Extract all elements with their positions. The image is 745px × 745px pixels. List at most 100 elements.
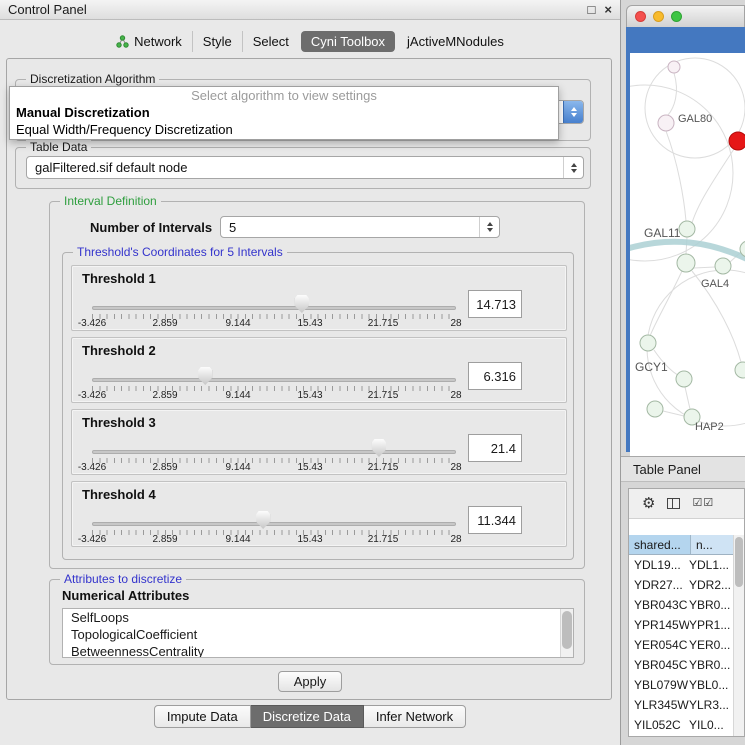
float-icon[interactable]: □ (588, 3, 596, 16)
tab-jactivemodules[interactable]: jActiveMNodules (397, 31, 514, 52)
cell[interactable]: YBR0... (689, 658, 734, 672)
column-header-shared-name[interactable]: shared... (629, 535, 691, 554)
threshold-3-slider[interactable] (92, 450, 456, 454)
cell[interactable]: YDR27... (629, 578, 689, 592)
table-row[interactable]: YDR27...YDR2... (629, 575, 734, 595)
table-row[interactable]: YBR045CYBR0... (629, 655, 734, 675)
select-checkboxes-icon[interactable]: ☑☑ (692, 498, 714, 509)
list-item[interactable]: BetweennessCentrality (63, 643, 573, 658)
list-item[interactable]: TopologicalCoefficient (63, 626, 573, 643)
tick-label: 9.144 (225, 390, 250, 401)
minimize-button[interactable] (653, 11, 664, 22)
slider-thumb[interactable] (198, 367, 212, 385)
table-row[interactable]: YPR145WYPR1... (629, 615, 734, 635)
table-row[interactable]: YIL052CYIL0... (629, 715, 734, 735)
tab-style[interactable]: Style (192, 31, 242, 52)
combobox-arrows-icon[interactable] (563, 157, 583, 178)
dropdown-option-equal-width[interactable]: Equal Width/Frequency Discretization (10, 121, 558, 138)
node[interactable] (677, 254, 695, 272)
tab-discretize-data[interactable]: Discretize Data (251, 705, 364, 728)
node[interactable] (715, 258, 731, 274)
algorithm-dropdown-popup: Select algorithm to view settings Manual… (9, 86, 559, 140)
cell[interactable]: YBR043C (629, 598, 689, 612)
cell[interactable]: YBL079W (629, 678, 689, 692)
apply-button[interactable]: Apply (278, 671, 342, 692)
network-view-frame: GAL80 GAL11 GAL4 GCY1 HAP2 (626, 27, 745, 452)
tick-label: -3.426 (78, 534, 106, 545)
node[interactable] (647, 401, 663, 417)
threshold-1-slider[interactable] (92, 306, 456, 310)
node[interactable] (676, 371, 692, 387)
network-view-window: GAL80 GAL11 GAL4 GCY1 HAP2 (626, 5, 745, 452)
table-row[interactable]: YER054CYER0... (629, 635, 734, 655)
tick-label: 15.43 (297, 390, 322, 401)
thresholds-group: Threshold's Coordinates for 5 Intervals … (62, 252, 574, 560)
threshold-3-value-field[interactable]: 21.4 (468, 434, 522, 462)
tab-cyni-toolbox[interactable]: Cyni Toolbox (301, 31, 395, 52)
node[interactable] (640, 335, 656, 351)
cell[interactable]: YDL19... (629, 558, 689, 572)
tab-infer-network[interactable]: Infer Network (364, 705, 466, 728)
tab-impute-data[interactable]: Impute Data (154, 705, 251, 728)
threshold-4-value-field[interactable]: 11.344 (468, 506, 522, 534)
tab-select[interactable]: Select (242, 31, 299, 52)
list-item[interactable]: SelfLoops (63, 609, 573, 626)
columns-icon[interactable] (667, 498, 680, 509)
threshold-4-slider[interactable] (92, 522, 456, 526)
threshold-2-slider[interactable] (92, 378, 456, 382)
table-row[interactable]: YDL19...YDL1... (629, 555, 734, 575)
table-row[interactable]: YBR043CYBR0... (629, 595, 734, 615)
attributes-list[interactable]: SelfLoops TopologicalCoefficient Between… (62, 608, 574, 658)
node[interactable] (735, 362, 745, 378)
cell[interactable]: YBR045C (629, 658, 689, 672)
thresholds-group-title: Threshold's Coordinates for 5 Intervals (73, 245, 287, 260)
table-row[interactable]: YLR345WYLR3... (629, 695, 734, 715)
tick-label: 15.43 (297, 534, 322, 545)
cell[interactable]: YPR145W (629, 618, 689, 632)
cell[interactable]: YDL1... (689, 558, 734, 572)
network-canvas[interactable]: GAL80 GAL11 GAL4 GCY1 HAP2 (630, 53, 745, 470)
zoom-button[interactable] (671, 11, 682, 22)
network-window-titlebar[interactable] (626, 5, 745, 27)
table-panel-titlebar: Table Panel (621, 456, 745, 482)
cell[interactable]: YPR1... (689, 618, 734, 632)
combobox-arrows-icon[interactable] (563, 101, 583, 123)
node[interactable] (658, 115, 674, 131)
cell[interactable]: YBR0... (689, 598, 734, 612)
cell[interactable]: YLR345W (629, 698, 689, 712)
tick-label: 21.715 (368, 534, 399, 545)
attributes-scrollbar[interactable] (560, 609, 573, 657)
dropdown-option-manual[interactable]: Manual Discretization (10, 104, 558, 121)
node[interactable] (668, 61, 680, 73)
gear-icon[interactable]: ⚙ (642, 496, 655, 511)
slider-thumb[interactable] (256, 511, 270, 529)
scrollbar-thumb[interactable] (735, 537, 743, 587)
combobox-arrows-icon[interactable] (479, 217, 499, 237)
cell[interactable]: YBL0... (689, 678, 734, 692)
slider-thumb[interactable] (295, 295, 309, 313)
table-data-combobox[interactable]: galFiltered.sif default node (26, 156, 584, 179)
tab-network[interactable]: Network (106, 31, 192, 52)
slider-thumb[interactable] (372, 439, 386, 457)
tick-label: 2.859 (152, 318, 177, 329)
table-scrollbar[interactable] (733, 535, 744, 736)
close-button[interactable] (635, 11, 646, 22)
num-intervals-combobox[interactable]: 5 (220, 216, 500, 238)
network-graph[interactable]: GAL80 GAL11 GAL4 GCY1 HAP2 (630, 53, 745, 470)
scrollbar-thumb[interactable] (562, 611, 572, 649)
cell[interactable]: YDR2... (689, 578, 734, 592)
table-header-row: shared... n... (629, 535, 744, 555)
cell[interactable]: YLR3... (689, 698, 734, 712)
cell[interactable]: YIL052C (629, 718, 689, 732)
threshold-2-value-field[interactable]: 6.316 (468, 362, 522, 390)
node-label: HAP2 (695, 421, 724, 433)
node[interactable] (679, 221, 695, 237)
close-icon[interactable]: × (604, 3, 612, 16)
node-selected[interactable] (729, 132, 745, 150)
cell[interactable]: YER054C (629, 638, 689, 652)
threshold-1-value-field[interactable]: 14.713 (468, 290, 522, 318)
table-row[interactable]: YBL079WYBL0... (629, 675, 734, 695)
cell[interactable]: YIL0... (689, 718, 734, 732)
slider-ticks (92, 458, 456, 463)
cell[interactable]: YER0... (689, 638, 734, 652)
